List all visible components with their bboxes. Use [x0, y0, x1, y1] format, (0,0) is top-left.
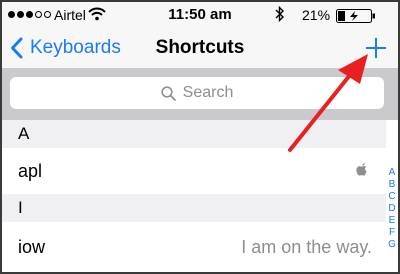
index-letter-b[interactable]: B — [386, 179, 398, 191]
search-bar-container: Search — [2, 68, 398, 120]
back-button-label: Keyboards — [30, 37, 121, 58]
section-index[interactable]: A B C D E F G — [386, 167, 398, 251]
index-letter-f[interactable]: F — [386, 227, 398, 239]
index-letter-a[interactable]: A — [386, 167, 398, 179]
shortcut-phrase: apl — [18, 161, 43, 181]
index-letter-e[interactable]: E — [386, 215, 398, 227]
navigation-bar: Keyboards Shortcuts — [2, 28, 398, 68]
search-placeholder: Search — [182, 84, 234, 101]
shortcut-phrase: iow — [18, 237, 46, 257]
plus-icon — [366, 38, 386, 58]
section-header-i: I — [2, 194, 386, 222]
add-shortcut-button[interactable] — [362, 34, 390, 62]
index-letter-g[interactable]: G — [386, 239, 398, 251]
index-letter-c[interactable]: C — [386, 191, 398, 203]
bluetooth-icon — [275, 6, 284, 22]
apple-logo-icon — [356, 163, 367, 176]
section-letter: I — [18, 198, 23, 217]
search-icon — [161, 85, 176, 101]
shortcut-row-iow[interactable]: iow I am on the way. — [2, 222, 386, 272]
shortcut-row-apl[interactable]: apl — [2, 148, 386, 194]
battery-charging-icon — [336, 9, 375, 23]
index-letter-d[interactable]: D — [386, 203, 398, 215]
screenshot-frame: Airtel 11:50 am 21% Keyboards Shortcuts — [0, 0, 400, 274]
back-button-keyboards[interactable]: Keyboards — [10, 34, 121, 62]
section-header-a: A — [2, 120, 386, 148]
search-input[interactable]: Search — [10, 77, 384, 109]
shortcut-expansion: I am on the way. — [241, 237, 372, 257]
chevron-left-icon — [11, 37, 23, 59]
battery-percentage: 21% — [302, 7, 331, 23]
status-bar: Airtel 11:50 am 21% — [2, 2, 398, 28]
section-letter: A — [18, 124, 30, 143]
